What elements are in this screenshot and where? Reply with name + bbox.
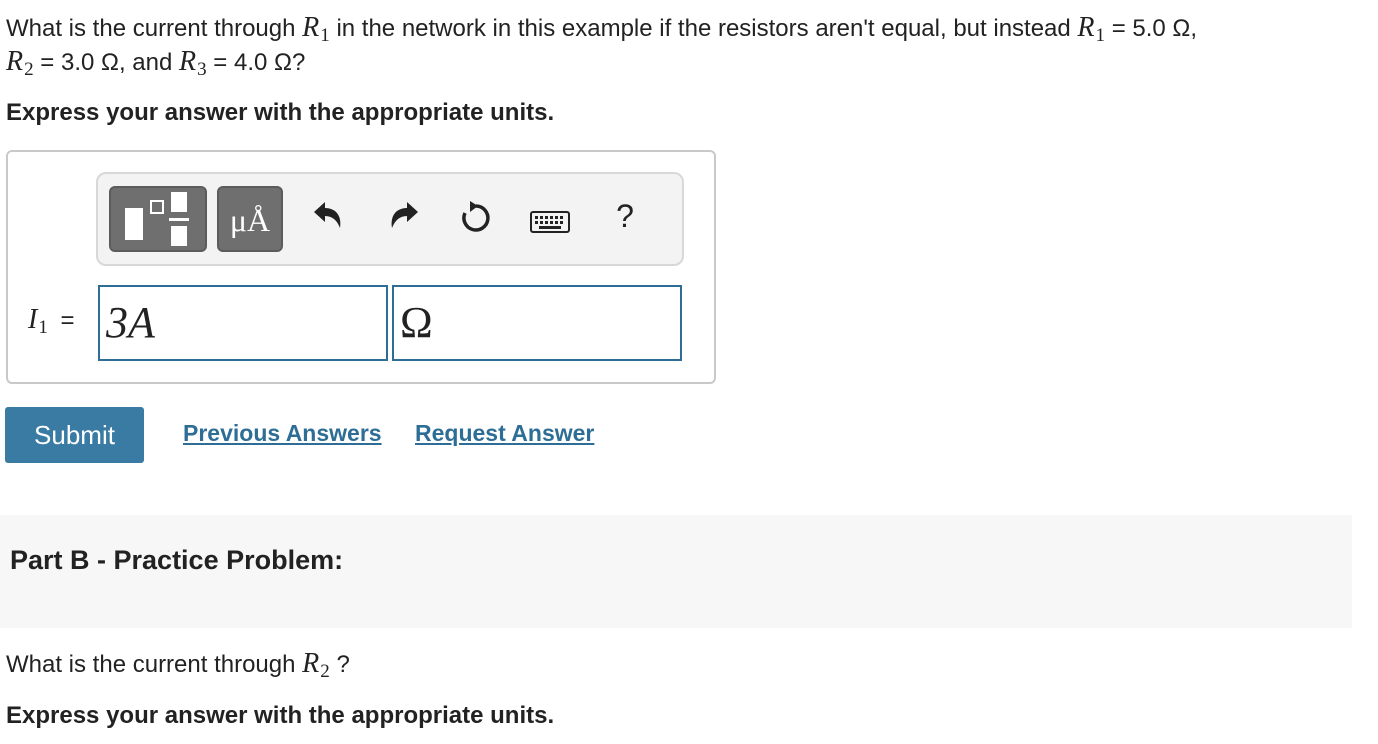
fraction-template-icon (125, 192, 189, 246)
reset-icon (462, 201, 490, 232)
question-text-continued: in the network in this example if the re… (336, 15, 1071, 42)
part-b-question-end: ? (336, 651, 350, 678)
r1-symbol: R1 (302, 12, 330, 46)
value-input[interactable]: 3A (98, 285, 388, 361)
units-input-text: Ω (400, 298, 433, 347)
r1-value: = 5.0 Ω, (1111, 15, 1198, 42)
question-line-2: R2 = 3.0 Ω, and R3 = 4.0 Ω? (6, 46, 306, 80)
question-text: What is the current through (6, 15, 296, 42)
r2-value: = 3.0 Ω, and (40, 49, 173, 76)
redo-icon (391, 202, 418, 228)
redo-button[interactable] (386, 198, 422, 234)
help-button[interactable]: ? (610, 200, 640, 236)
instruction-part-a: Express your answer with the appropriate… (6, 99, 555, 126)
units-button[interactable]: μÅ (217, 186, 283, 252)
r1-symbol-repeat: R1 (1077, 12, 1106, 46)
undo-icon (314, 202, 341, 228)
keyboard-button[interactable] (530, 208, 570, 236)
instruction-part-b: Express your answer with the appropriate… (6, 702, 555, 729)
question-line-1: What is the current through R1 in the ne… (6, 12, 1198, 46)
equals-sign: = (60, 307, 75, 334)
r3-symbol: R3 (179, 46, 207, 80)
keyboard-icon (530, 211, 570, 233)
templates-button[interactable] (109, 186, 207, 252)
r3-value: = 4.0 Ω? (213, 49, 306, 76)
r2-symbol-part-b: R2 (302, 648, 330, 682)
help-icon: ? (616, 198, 634, 234)
units-input[interactable]: Ω (392, 285, 682, 361)
request-answer-link[interactable]: Request Answer (415, 420, 594, 447)
reset-button[interactable] (458, 200, 494, 236)
submit-button[interactable]: Submit (5, 407, 144, 463)
answer-variable-label: I1 = (28, 304, 75, 338)
previous-answers-link[interactable]: Previous Answers (183, 420, 382, 447)
value-input-text: 3A (106, 298, 155, 347)
i1-symbol: I1 (28, 304, 48, 338)
undo-button[interactable] (310, 198, 346, 234)
units-label: μÅ (229, 202, 271, 238)
part-b-question: What is the current through R2 ? (6, 648, 350, 682)
part-b-question-text: What is the current through (6, 651, 296, 678)
part-b-title: Part B - Practice Problem: (10, 545, 344, 575)
r2-symbol: R2 (6, 46, 34, 80)
